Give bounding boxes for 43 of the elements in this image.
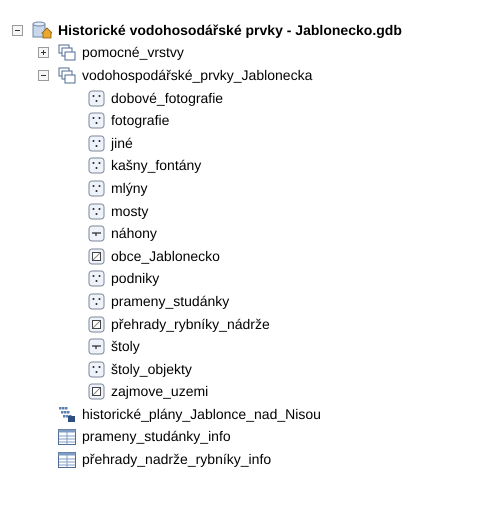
line-layer-icon	[88, 225, 105, 242]
tree-item-label[interactable]: historické_plány_Jablonce_nad_Nisou	[82, 404, 321, 425]
point-layer-icon	[88, 90, 105, 107]
tree-item-label[interactable]: zajmove_uzemi	[111, 381, 208, 402]
tree-item-label[interactable]: prameny_studánky	[111, 290, 230, 312]
collapse-icon[interactable]	[38, 70, 49, 81]
collapse-icon[interactable]	[12, 24, 23, 36]
point-layer-icon	[88, 157, 105, 174]
tree-item-label[interactable]: štoly	[111, 336, 140, 358]
tree-item-label[interactable]: fotografie	[111, 110, 170, 132]
tree-item-label[interactable]: jiné	[111, 132, 133, 154]
table-icon	[58, 452, 76, 468]
polygon-layer-icon	[88, 248, 105, 265]
layers-icon	[58, 66, 76, 84]
tree-item-label[interactable]: vodohospodářské_prvky_Jablonecka	[82, 64, 312, 86]
point-layer-icon	[88, 180, 105, 197]
tree-item-label[interactable]: prameny_studánky_info	[82, 426, 231, 448]
raster-icon	[58, 406, 76, 423]
tree-item-label[interactable]: mosty	[111, 200, 148, 222]
point-layer-icon	[88, 112, 105, 130]
tree-item-label[interactable]: obce_Jablonecko	[111, 246, 220, 267]
tree-item-label[interactable]: pomocné_vrstvy	[82, 42, 184, 64]
tree-item-label[interactable]: štoly_objekty	[111, 358, 192, 380]
layers-icon	[58, 44, 76, 62]
tree-item-label[interactable]: přehrady_nadrže_rybníky_info	[82, 449, 272, 470]
tree-item-label[interactable]: podniky	[111, 268, 160, 290]
point-layer-icon	[88, 292, 105, 310]
polygon-layer-icon	[88, 316, 105, 333]
table-icon	[58, 428, 76, 445]
tree-item-label[interactable]: přehrady_rybníky_nádrže	[111, 314, 270, 335]
tree-item-label[interactable]: Historické vodohosodářské prvky - Jablonecko.gdb	[58, 20, 402, 41]
line-layer-icon	[88, 338, 105, 356]
point-layer-icon	[88, 134, 105, 152]
point-layer-icon	[88, 270, 105, 288]
tree-item-label[interactable]: mlýny	[111, 178, 148, 199]
expand-icon[interactable]	[38, 47, 49, 58]
point-layer-icon	[88, 202, 105, 220]
tree-item-label[interactable]: dobové_fotografie	[111, 88, 224, 109]
tree-item-label[interactable]: kašny_fontány	[111, 155, 202, 176]
point-layer-icon	[88, 360, 105, 378]
tree-item-label[interactable]: náhony	[111, 223, 157, 244]
database-icon	[32, 21, 52, 40]
polygon-layer-icon	[88, 383, 105, 400]
